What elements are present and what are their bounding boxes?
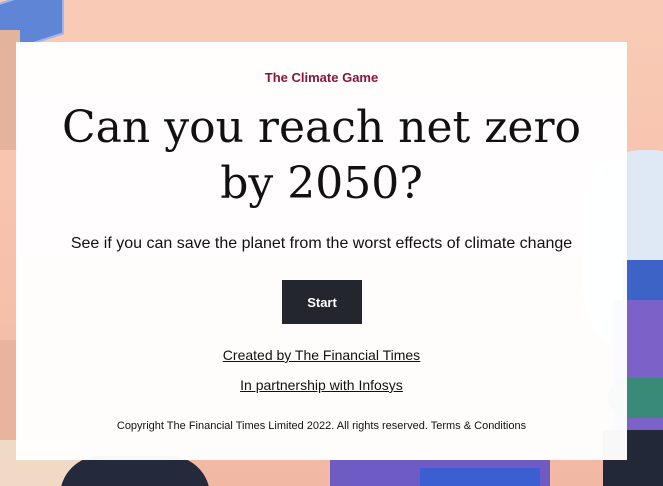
blue-ground-illustration bbox=[420, 468, 540, 486]
copyright-footer: Copyright The Financial Times Limited 20… bbox=[16, 420, 627, 432]
title-line-2: by 2050? bbox=[220, 158, 423, 209]
bush-illustration bbox=[60, 456, 210, 486]
game-label: The Climate Game bbox=[264, 70, 379, 85]
title-line-1: Can you reach net zero bbox=[62, 102, 581, 153]
partnership-row: In partnership with Infosys bbox=[16, 377, 627, 393]
created-by-row: Created by The Financial Times bbox=[16, 347, 627, 363]
start-button[interactable]: Start bbox=[282, 280, 362, 324]
terms-link[interactable]: Terms & Conditions bbox=[431, 420, 526, 432]
created-by-link[interactable]: Created by The Financial Times bbox=[223, 347, 420, 363]
copyright-text: Copyright The Financial Times Limited 20… bbox=[116, 420, 428, 432]
partnership-link[interactable]: In partnership with Infosys bbox=[240, 377, 403, 393]
intro-card: The Climate Game Can you reach net zero … bbox=[16, 42, 627, 460]
subtitle: See if you can save the planet from the … bbox=[70, 235, 573, 252]
page-title: Can you reach net zero by 2050? bbox=[16, 100, 627, 212]
